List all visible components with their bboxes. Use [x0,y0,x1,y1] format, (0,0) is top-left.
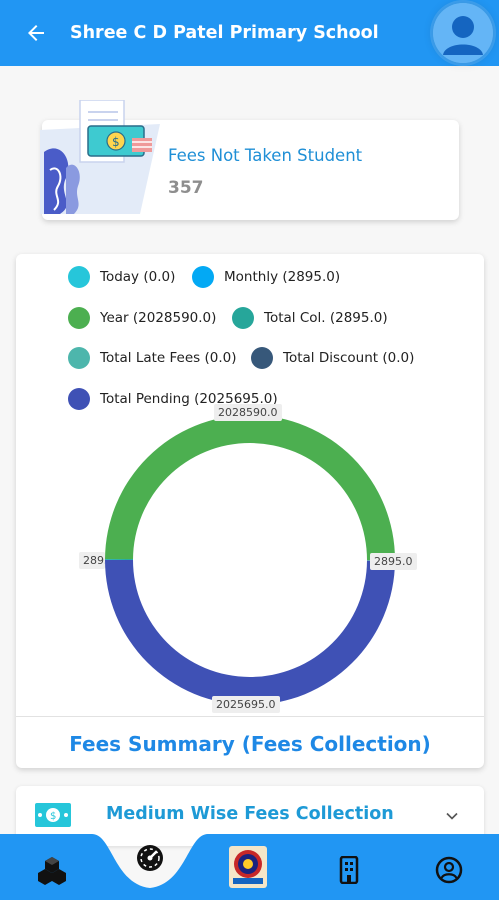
dashboard-gauge-icon [137,845,163,871]
money-illustration-icon: $ [40,100,160,214]
svg-text:$: $ [50,811,56,822]
profile-avatar-button[interactable] [433,3,493,63]
school-logo-emblem [229,846,267,888]
nav-building[interactable] [331,852,367,888]
slice-label-pending: 2025695.0 [212,696,280,713]
chevron-down-icon[interactable] [442,806,462,826]
donut-slice-year [105,415,395,561]
fees-card-title: Fees Not Taken Student [168,146,363,165]
back-button[interactable] [18,15,54,51]
cubes-icon [38,857,66,885]
legend-dot [68,388,90,410]
slice-label-year: 2028590.0 [214,404,282,421]
nav-account[interactable] [431,852,467,888]
arrow-left-icon [28,25,44,41]
fees-summary-title: Fees Summary (Fees Collection) [69,732,431,756]
page-title: Shree C D Patel Primary School [70,23,379,43]
app-bar: Shree C D Patel Primary School [0,0,499,66]
nav-dashboard[interactable] [132,840,168,876]
building-icon [339,856,359,884]
slice-label-monthly: 2895.0 [79,552,105,569]
fees-card-count: 357 [168,178,204,198]
svg-text:$: $ [112,135,120,149]
cash-icon: $ [35,803,71,827]
medium-wise-label: Medium Wise Fees Collection [106,804,394,824]
user-avatar-icon [433,3,493,63]
donut-slice-total-pending [105,560,395,705]
fees-summary-card: Today (0.0) Monthly (2895.0) Year (20285… [16,254,484,768]
slice-label-total-col: 2895.0 [370,553,417,570]
bottom-navigation [0,834,499,900]
fees-not-taken-card[interactable]: $ Fees Not Taken Student 357 [40,100,459,220]
nav-modules[interactable] [34,852,70,888]
school-logo[interactable] [229,846,267,888]
fees-donut-chart [105,415,395,705]
account-circle-icon [435,856,463,884]
divider [16,716,484,717]
